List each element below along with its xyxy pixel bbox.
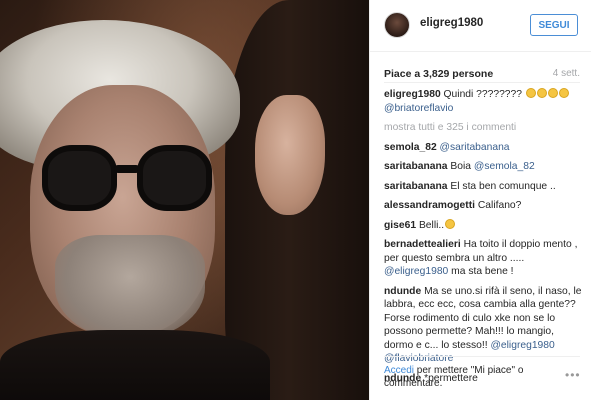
comment-text: Boia xyxy=(450,161,472,172)
man-beard xyxy=(55,235,205,340)
show-all-comments-link[interactable]: mostra tutti e 325 i commenti xyxy=(384,121,584,135)
comment-mention[interactable]: @briatoreflavio xyxy=(384,103,453,114)
comment-mention[interactable]: @saritabanana xyxy=(440,142,510,153)
comment: semola_82 @saritabanana xyxy=(384,141,584,155)
login-prompt: Accedi per mettere "Mi piace" o commenta… xyxy=(384,364,554,390)
comment-username[interactable]: gise61 xyxy=(384,220,416,231)
comment-mention[interactable]: @eligreg1980 xyxy=(384,266,448,277)
caption: eligreg1980 Quindi ???????? @briatorefla… xyxy=(384,88,584,115)
divider xyxy=(384,82,580,83)
comment-username[interactable]: eligreg1980 xyxy=(384,89,441,100)
comment: bernadettealieri Ha toito il doppio ment… xyxy=(384,238,584,279)
post-header: eligreg1980 SEGUI xyxy=(370,0,591,52)
comment-mention[interactable]: @semola_82 xyxy=(474,161,535,172)
comment-text: Quindi ???????? xyxy=(443,89,522,100)
login-link[interactable]: Accedi xyxy=(384,365,414,376)
comment: saritabanana El sta ben comunque .. xyxy=(384,180,584,194)
laughing-emoji-icon xyxy=(536,88,547,98)
comment-username[interactable]: bernadettealieri xyxy=(384,239,461,250)
username-link[interactable]: eligreg1980 xyxy=(420,17,483,29)
comment-username[interactable]: saritabanana xyxy=(384,181,448,192)
comment-mention[interactable]: @eligreg1980 xyxy=(490,340,554,351)
man-shirt xyxy=(0,330,270,400)
comment: saritabanana Boia @semola_82 xyxy=(384,160,584,174)
comment: gise61 Belli.. xyxy=(384,218,584,233)
comment: ndunde Ma se uno.si rifà il seno, il nas… xyxy=(384,285,584,366)
comment-username[interactable]: ndunde xyxy=(384,286,421,297)
post-time[interactable]: 4 sett. xyxy=(553,68,580,79)
avatar[interactable] xyxy=(384,12,410,38)
comment-text: Belli.. xyxy=(418,219,445,231)
laughing-emoji-icon xyxy=(525,88,536,98)
left-lens xyxy=(42,145,117,211)
laughing-emoji-icon xyxy=(547,88,558,98)
post-side-panel: eligreg1980 SEGUI Piace a 3,829 persone … xyxy=(369,0,591,400)
likes-count[interactable]: Piace a 3,829 persone xyxy=(384,68,493,80)
smirk-emoji-icon xyxy=(558,88,569,98)
follow-button[interactable]: SEGUI xyxy=(530,14,578,36)
comment-username[interactable]: saritabanana xyxy=(384,161,448,172)
post-photo[interactable] xyxy=(0,0,369,400)
emoji-icon xyxy=(445,218,456,229)
likes-row: Piace a 3,829 persone 4 sett. xyxy=(384,68,580,82)
comment-text: ma sta bene ! xyxy=(451,266,514,277)
comment: alessandramogetti Califano? xyxy=(384,199,584,213)
divider xyxy=(384,356,580,357)
sunglasses xyxy=(42,145,212,215)
comment-mention[interactable]: @flaviobriatore xyxy=(384,353,453,364)
comment-username[interactable]: alessandramogetti xyxy=(384,200,475,211)
comment-username[interactable]: semola_82 xyxy=(384,142,437,153)
woman-face xyxy=(255,95,325,215)
more-dots-icon[interactable]: ••• xyxy=(565,368,581,382)
comment-text: El sta ben comunque .. xyxy=(450,180,556,192)
comments-list: eligreg1980 Quindi ???????? @briatorefla… xyxy=(384,88,584,391)
comment-text: Califano? xyxy=(477,200,522,211)
right-lens xyxy=(137,145,212,211)
